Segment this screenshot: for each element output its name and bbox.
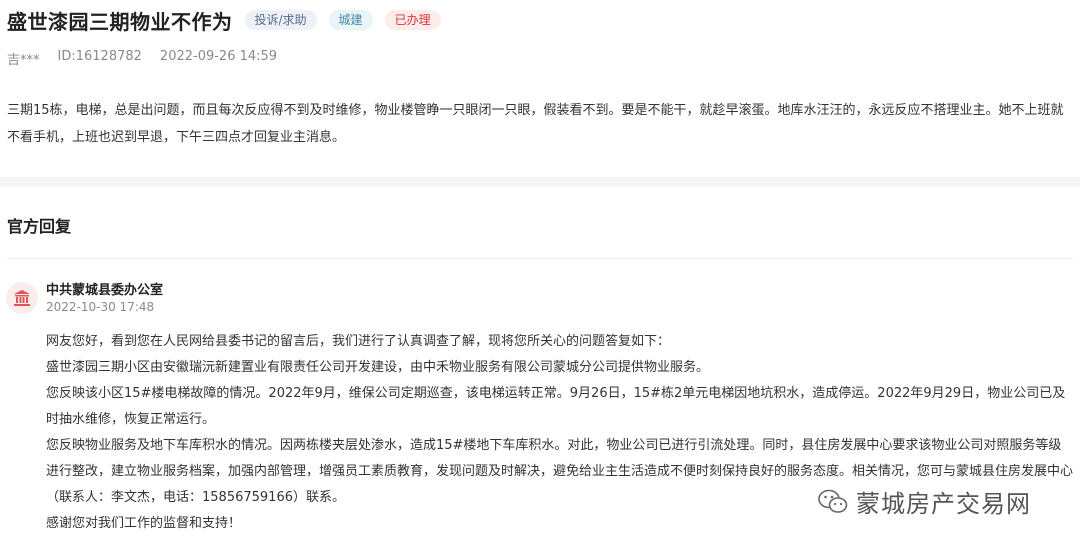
post-id: ID:16128782 [57,49,142,64]
post-meta: 吉*** ID:16128782 2022-09-26 14:59 [7,49,295,68]
complaint-body: 三期15栋，电梯，总是出问题，而且每次反应得不到及时维修，物业楼管睁一只眼闭一只… [7,103,1064,145]
author-name: 吉*** [7,53,40,68]
status-badge: 已办理 [384,10,441,30]
wechat-icon [818,489,848,513]
title-row: 盛世漆园三期物业不作为 投诉/求助 城建 已办理 [7,6,441,34]
watermark: 蒙城房产交易网 [818,484,1031,519]
reply-paragraph: 网友您好，看到您在人民网给县委书记的留言后，我们进行了认真调查了解，现将您所关心… [46,334,671,349]
section-divider [0,177,1080,187]
field-tag[interactable]: 城建 [328,10,373,30]
category-tag[interactable]: 投诉/求助 [244,10,317,30]
org-name: 中共蒙城县委办公室 [46,283,164,298]
reply-paragraph: 盛世漆园三期小区由安徽瑞沅新建置业有限责任公司开发建设，由中禾物业服务有限公司蒙… [46,360,710,375]
page-title: 盛世漆园三期物业不作为 [7,9,233,34]
reply-section-title: 官方回复 [7,217,72,236]
post-time: 2022-09-26 14:59 [159,49,278,64]
watermark-text: 蒙城房产交易网 [856,490,1031,518]
reply-time: 2022-10-30 17:48 [46,300,155,314]
government-building-icon [6,282,38,314]
divider-line [7,258,1073,259]
reply-paragraph: 您反映该小区15#楼电梯故障的情况。2022年9月，维保公司定期巡查，该电梯运转… [46,386,1066,427]
